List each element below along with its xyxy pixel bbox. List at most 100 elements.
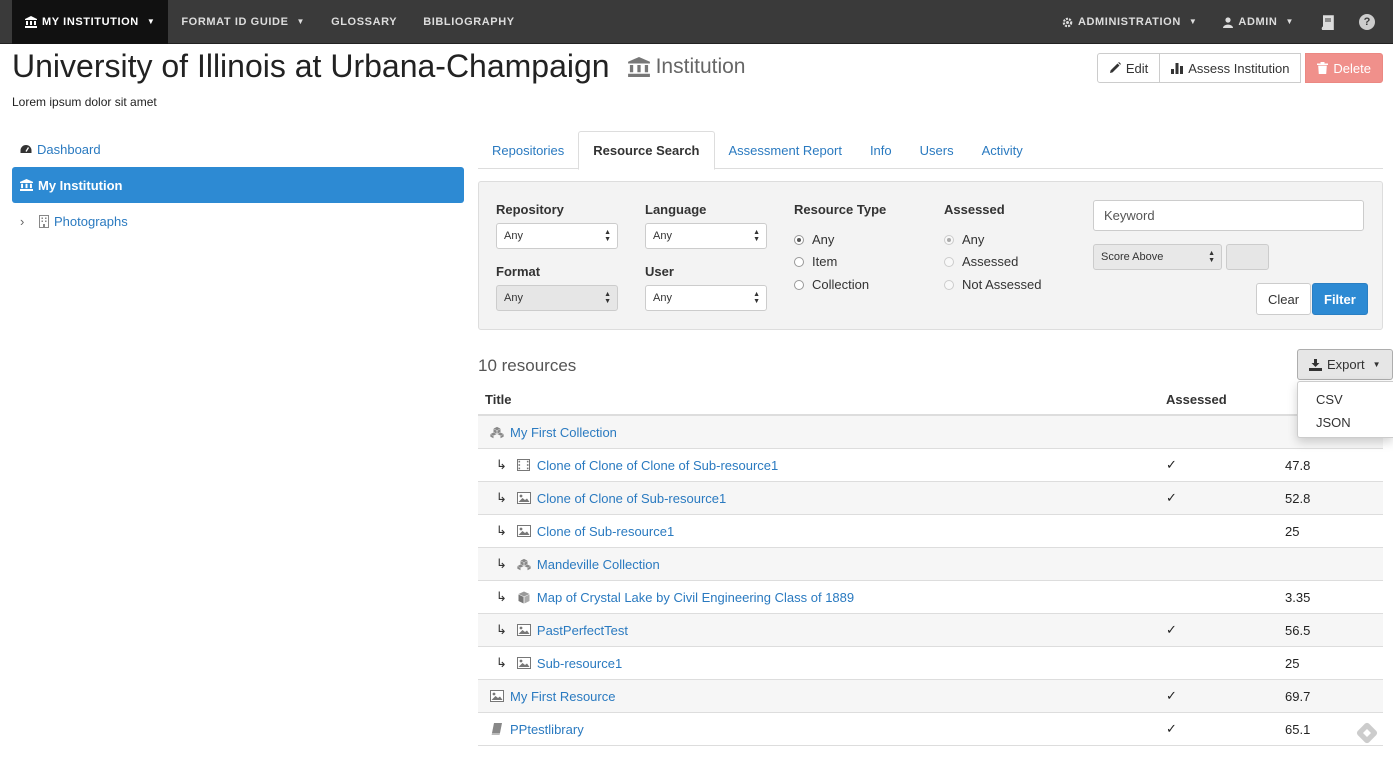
score-select[interactable]: Score Above ▲ ▼ — [1093, 244, 1222, 270]
assessed-check-icon: ✓ — [1166, 721, 1177, 736]
export-button[interactable]: Export ▼ — [1297, 349, 1393, 380]
column-assessed[interactable]: Assessed — [1166, 392, 1227, 407]
feedback-icon[interactable] — [1355, 721, 1379, 748]
nav-bibliography-label: BIBLIOGRAPHY — [423, 16, 515, 28]
table-row: ↳ Map of Crystal Lake by Civil Engineerin… — [478, 581, 1383, 614]
resource-link[interactable]: Mandeville Collection — [537, 557, 660, 572]
resource-link[interactable]: Map of Crystal Lake by Civil Engineering… — [537, 590, 854, 605]
resource-link[interactable]: PastPerfectTest — [537, 623, 628, 638]
nav-administration-label: ADMINISTRATION — [1077, 16, 1181, 28]
nav-admin-user[interactable]: ADMIN ▼ — [1210, 0, 1307, 44]
resources-table: Title Assessed My First Collection ↳ Clone… — [478, 383, 1383, 746]
tab-resource-search[interactable]: Resource Search — [578, 131, 715, 170]
radio-button[interactable] — [794, 279, 804, 290]
radio-button[interactable] — [944, 279, 954, 290]
title-cell: ↳ Mandeville Collection — [496, 548, 660, 580]
repository-select[interactable]: Any ▲ ▼ — [496, 223, 618, 249]
assessed-not-assessed[interactable]: Not Assessed — [944, 277, 1042, 292]
resource-link[interactable]: Clone of Sub-resource1 — [537, 524, 674, 539]
edit-button[interactable]: Edit — [1096, 53, 1161, 83]
delete-button-label: Delete — [1333, 60, 1371, 76]
score-cell: 56.5 — [1285, 623, 1311, 638]
resource-type-any[interactable]: Any — [794, 232, 834, 247]
sidebar-item-label[interactable]: Photographs — [54, 214, 128, 229]
resource-type-collection[interactable]: Collection — [794, 277, 869, 292]
repository-label: Repository — [496, 202, 564, 217]
child-arrow-icon: ↳ — [496, 457, 507, 472]
building-icon — [39, 214, 49, 228]
radio-button[interactable] — [944, 256, 954, 267]
keyword-input[interactable] — [1093, 200, 1364, 231]
child-arrow-icon: ↳ — [496, 589, 507, 604]
select-arrows-icon: ▲ ▼ — [604, 229, 611, 243]
table-row: ↳ Clone of Sub-resource1 25 — [478, 515, 1383, 548]
export-json[interactable]: JSON — [1298, 411, 1393, 434]
caret-down-icon: ▼ — [296, 17, 306, 26]
book-icon[interactable] — [1307, 0, 1347, 44]
delete-button[interactable]: Delete — [1305, 53, 1383, 83]
clear-button[interactable]: Clear — [1256, 283, 1312, 315]
title-cell: My First Collection — [490, 416, 617, 448]
user-select[interactable]: Any ▲ ▼ — [645, 285, 767, 311]
nav-glossary[interactable]: GLOSSARY — [318, 0, 410, 44]
sidebar: Dashboard My Institution › Photographs — [12, 131, 464, 239]
resource-link[interactable]: Clone of Clone of Sub-resource1 — [537, 491, 726, 506]
nav-format-id-guide[interactable]: FORMAT ID GUIDE ▼ — [168, 0, 318, 44]
help-icon[interactable]: ? — [1347, 0, 1387, 44]
page-title-text: University of Illinois at Urbana-Champai… — [12, 48, 610, 84]
format-select[interactable]: Any ▲ ▼ — [496, 285, 618, 311]
tab-assessment-report[interactable]: Assessment Report — [715, 131, 856, 169]
tab-info[interactable]: Info — [856, 131, 906, 169]
assessed-any[interactable]: Any — [944, 232, 984, 247]
title-cell: ↳ Sub-resource1 — [496, 647, 622, 679]
export-button-label: Export — [1327, 357, 1365, 372]
assessed-assessed[interactable]: Assessed — [944, 254, 1018, 269]
child-arrow-icon: ↳ — [496, 655, 507, 670]
chevron-right-icon[interactable]: › — [20, 214, 34, 229]
resource-link[interactable]: Clone of Clone of Clone of Sub-resource1 — [537, 458, 778, 473]
table-row: ↳ Mandeville Collection — [478, 548, 1383, 581]
resource-link[interactable]: Sub-resource1 — [537, 656, 622, 671]
nav-my-institution[interactable]: MY INSTITUTION ▼ — [12, 0, 169, 44]
radio-label: Not Assessed — [962, 277, 1042, 292]
cube-icon — [517, 590, 531, 604]
tab-users[interactable]: Users — [906, 131, 968, 169]
column-title[interactable]: Title — [485, 392, 512, 407]
child-arrow-icon: ↳ — [496, 523, 507, 538]
trash-icon — [1317, 62, 1329, 74]
radio-label: Collection — [812, 277, 870, 292]
sidebar-item-my-institution[interactable]: My Institution — [12, 167, 464, 203]
assessed-check-icon: ✓ — [1166, 688, 1177, 703]
image-icon — [490, 689, 504, 703]
score-input[interactable] — [1226, 244, 1269, 270]
title-cell: My First Resource — [490, 680, 615, 712]
nav-bibliography[interactable]: BIBLIOGRAPHY — [410, 0, 528, 44]
radio-button[interactable] — [944, 234, 954, 245]
filter-button[interactable]: Filter — [1312, 283, 1368, 315]
radio-button[interactable] — [794, 234, 804, 245]
radio-label: Item — [812, 254, 838, 269]
tab-activity[interactable]: Activity — [968, 131, 1037, 169]
score-cell: 65.1 — [1285, 722, 1311, 737]
language-select[interactable]: Any ▲ ▼ — [645, 223, 767, 249]
sidebar-item-label[interactable]: Dashboard — [37, 142, 101, 157]
tab-repositories[interactable]: Repositories — [478, 131, 578, 169]
title-cell: ↳ Clone of Clone of Sub-resource1 — [496, 482, 726, 514]
user-label: User — [645, 264, 674, 279]
nav-administration[interactable]: ADMINISTRATION ▼ — [1049, 0, 1210, 44]
radio-button[interactable] — [794, 256, 804, 267]
assess-institution-button[interactable]: Assess Institution — [1159, 53, 1302, 83]
resource-link[interactable]: PPtestlibrary — [510, 722, 584, 737]
table-row: ↳ Clone of Clone of Clone of Sub-resource… — [478, 449, 1383, 482]
select-arrows-icon: ▲ ▼ — [1208, 250, 1215, 264]
radio-label: Assessed — [962, 254, 1019, 269]
result-count: 10 resources — [478, 356, 577, 375]
resource-type-item[interactable]: Item — [794, 254, 837, 269]
assessed-check-icon: ✓ — [1166, 457, 1177, 472]
export-csv[interactable]: CSV — [1298, 388, 1393, 411]
language-label: Language — [645, 202, 707, 217]
sidebar-item-dashboard[interactable]: Dashboard — [12, 131, 464, 167]
sidebar-item-photographs[interactable]: › Photographs — [12, 203, 464, 239]
resource-link[interactable]: My First Collection — [510, 425, 617, 440]
resource-link[interactable]: My First Resource — [510, 689, 615, 704]
